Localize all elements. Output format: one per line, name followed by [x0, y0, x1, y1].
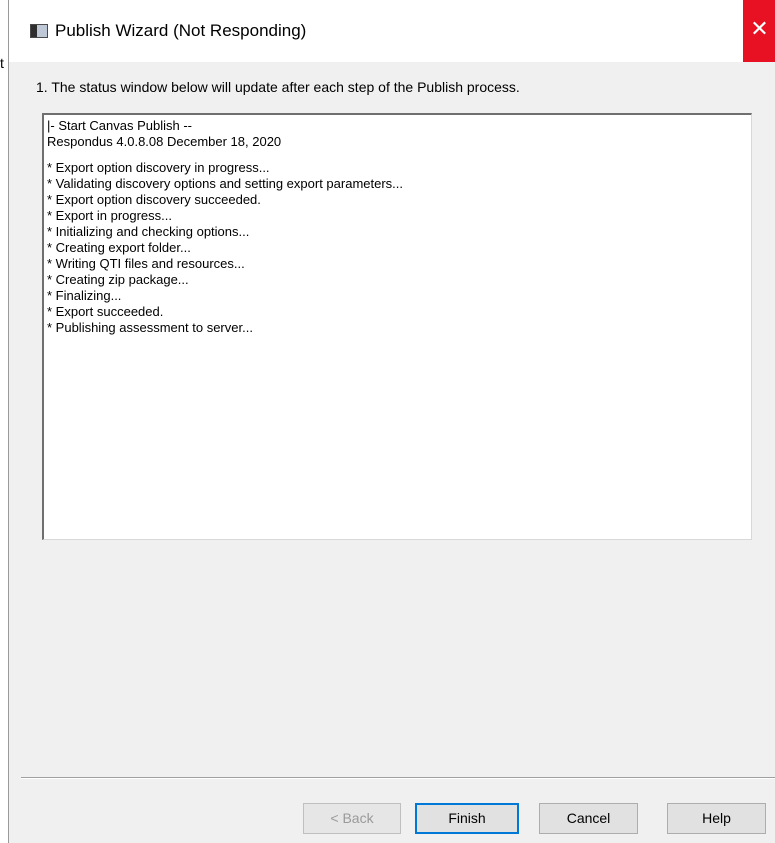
- publish-wizard-window: Publish Wizard (Not Responding) ✕ 1. The…: [8, 0, 775, 843]
- help-button[interactable]: Help: [667, 803, 766, 834]
- app-icon: [30, 24, 48, 38]
- instruction-text: 1. The status window below will update a…: [36, 79, 520, 95]
- status-step: * Creating zip package...: [47, 272, 189, 287]
- status-step: * Creating export folder...: [47, 240, 191, 255]
- close-button[interactable]: ✕: [743, 0, 775, 62]
- status-header-line: Respondus 4.0.8.08 December 18, 2020: [47, 134, 282, 149]
- back-button[interactable]: < Back: [303, 803, 401, 834]
- status-step: * Export in progress...: [47, 208, 172, 223]
- status-step: * Initializing and checking options...: [47, 224, 250, 239]
- finish-button[interactable]: Finish: [415, 803, 519, 834]
- stray-text: t: [0, 55, 4, 71]
- cancel-button[interactable]: Cancel: [539, 803, 638, 834]
- status-step: * Export succeeded.: [47, 304, 164, 319]
- status-step: * Publishing assessment to server...: [47, 320, 253, 335]
- title-bar[interactable]: Publish Wizard (Not Responding) ✕: [9, 0, 775, 62]
- status-step: * Finalizing...: [47, 288, 122, 303]
- status-step: * Export option discovery succeeded.: [47, 192, 261, 207]
- status-window[interactable]: |- Start Canvas Publish -- Respondus 4.0…: [42, 113, 752, 540]
- status-header-line: |- Start Canvas Publish --: [47, 118, 192, 133]
- window-title: Publish Wizard (Not Responding): [55, 21, 307, 40]
- status-step: * Writing QTI files and resources...: [47, 256, 245, 271]
- status-step: * Validating discovery options and setti…: [47, 176, 404, 191]
- status-step: * Export option discovery in progress...: [47, 160, 270, 175]
- footer-separator: [21, 777, 775, 779]
